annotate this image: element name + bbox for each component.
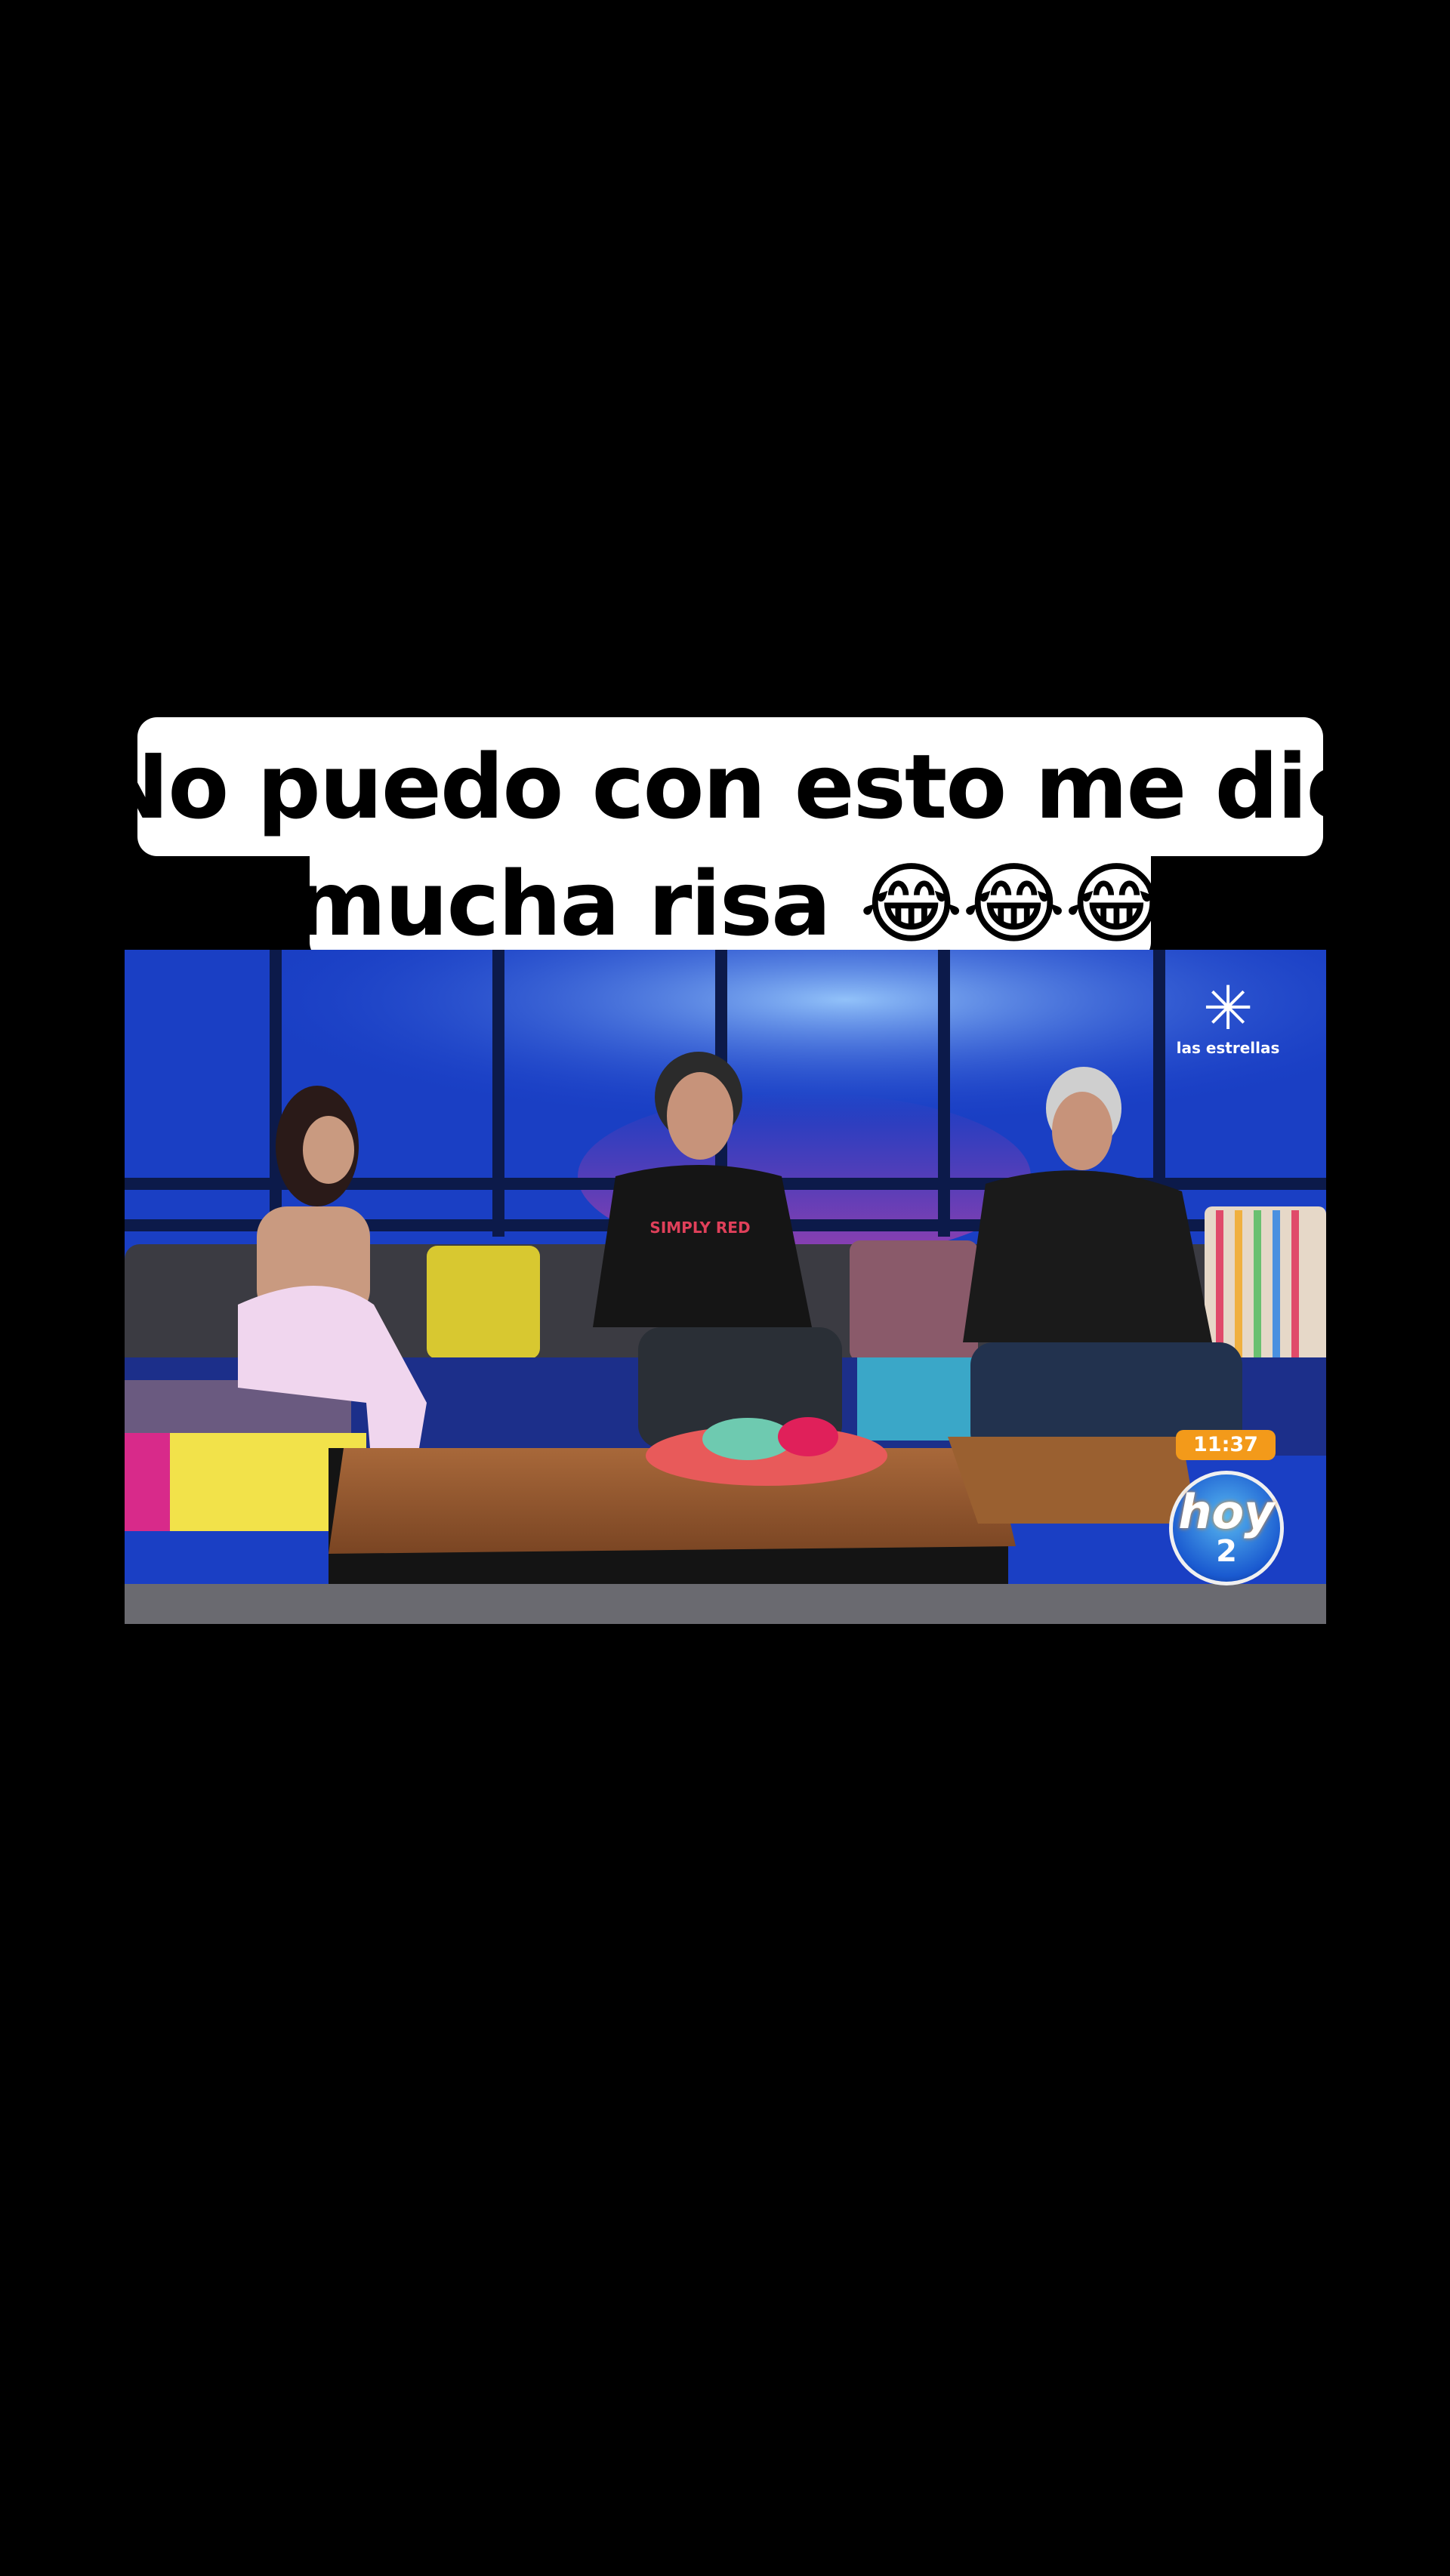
show-logo: hoy 2: [1169, 1471, 1284, 1585]
video-frame[interactable]: SIMPLY RED ✳ las estrellas 11:37 hoy 2: [125, 950, 1326, 1624]
shirt-text: SIMPLY RED: [649, 1219, 750, 1237]
caption-line-1: No puedo con esto me dio: [95, 717, 1368, 856]
channel-logo: ✳ las estrellas: [1175, 973, 1281, 1058]
caption-line-2: mucha risa 😂😂😂: [294, 844, 1168, 962]
clock-badge: 11:37: [1176, 1430, 1276, 1460]
star-icon: ✳: [1202, 973, 1254, 1043]
studio-scene: SIMPLY RED: [125, 950, 1326, 1624]
channel-name: las estrellas: [1176, 1039, 1280, 1057]
